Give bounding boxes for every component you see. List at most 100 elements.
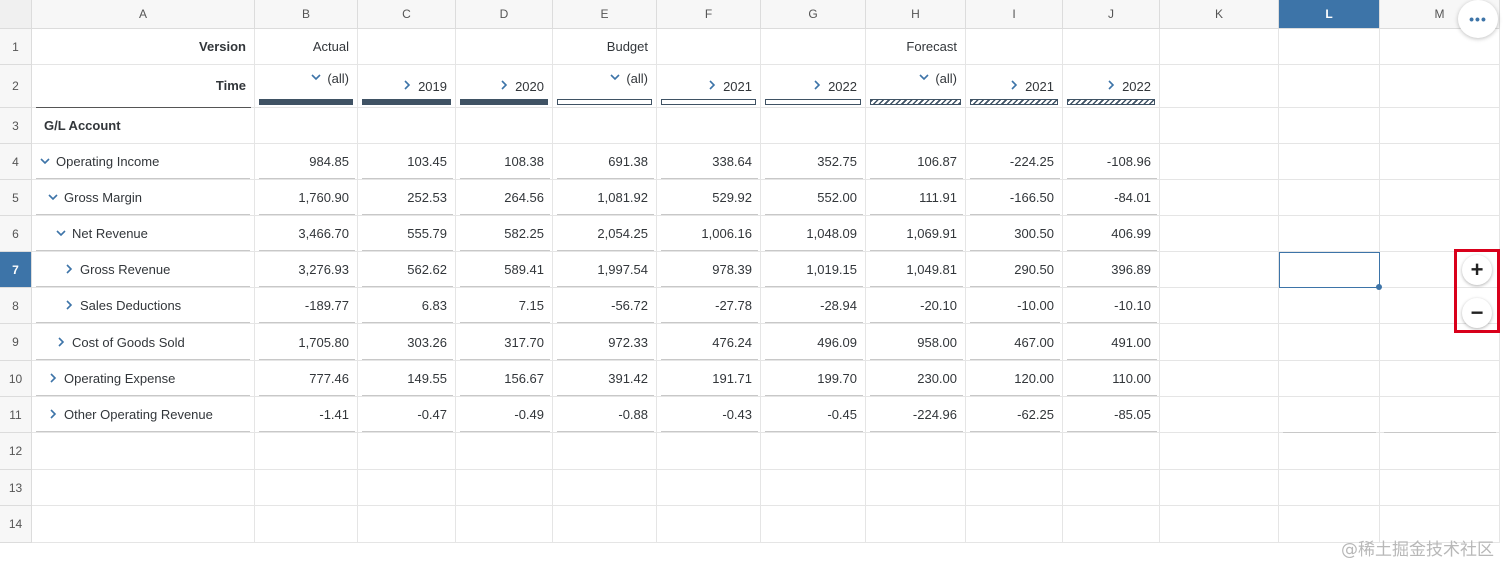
value-cell[interactable]: 103.45 [358, 144, 456, 180]
grid-cell[interactable] [1160, 361, 1279, 397]
value-cell[interactable]: 1,019.15 [761, 252, 866, 288]
value-cell[interactable]: 111.91 [866, 180, 966, 216]
value-cell[interactable]: -28.94 [761, 288, 866, 324]
row-header-13[interactable]: 13 [0, 470, 32, 506]
grid-cell[interactable] [761, 29, 866, 65]
column-header-a[interactable]: A [32, 0, 255, 29]
grid-cell[interactable] [866, 108, 966, 144]
grid-cell[interactable] [553, 506, 657, 543]
row-header-4[interactable]: 4 [0, 144, 32, 180]
value-cell[interactable]: 110.00 [1063, 361, 1160, 397]
value-cell[interactable]: 529.92 [657, 180, 761, 216]
grid-cell[interactable] [32, 433, 255, 470]
row-header-10[interactable]: 10 [0, 361, 32, 397]
value-cell[interactable]: 6.83 [358, 288, 456, 324]
grid-cell[interactable] [966, 108, 1063, 144]
grid-cell[interactable] [1279, 288, 1380, 324]
value-cell[interactable]: 300.50 [966, 216, 1063, 252]
chevron-down-icon[interactable] [40, 144, 50, 165]
grid-cell[interactable] [1160, 433, 1279, 470]
value-cell[interactable]: 562.62 [358, 252, 456, 288]
more-options-button[interactable]: ••• [1458, 0, 1498, 38]
grid-cell[interactable] [1063, 433, 1160, 470]
grid-cell[interactable] [657, 29, 761, 65]
value-cell[interactable]: 108.38 [456, 144, 553, 180]
value-cell[interactable]: 7.15 [456, 288, 553, 324]
value-cell[interactable]: -0.43 [657, 397, 761, 433]
value-cell[interactable]: -10.00 [966, 288, 1063, 324]
value-cell[interactable]: 252.53 [358, 180, 456, 216]
grid-cell[interactable] [1279, 65, 1380, 108]
chevron-right-icon[interactable] [1106, 78, 1116, 90]
grid-cell[interactable] [866, 433, 966, 470]
column-header-j[interactable]: J [1063, 0, 1160, 29]
grid-cell[interactable] [1160, 216, 1279, 252]
value-cell[interactable]: 396.89 [1063, 252, 1160, 288]
grid-cell[interactable] [1380, 65, 1500, 108]
time-member-b[interactable]: (all) [255, 65, 358, 108]
grid-cell[interactable] [1160, 397, 1279, 433]
column-header-g[interactable]: G [761, 0, 866, 29]
value-cell[interactable]: -224.96 [866, 397, 966, 433]
value-cell[interactable]: -85.05 [1063, 397, 1160, 433]
row-header-7[interactable]: 7 [0, 252, 32, 288]
grid-cell[interactable] [1380, 361, 1500, 397]
grid-cell[interactable] [1380, 108, 1500, 144]
grid-cell[interactable] [456, 433, 553, 470]
value-cell[interactable]: 317.70 [456, 324, 553, 361]
account-row-label[interactable]: Operating Expense [32, 361, 255, 397]
chevron-down-icon[interactable] [56, 216, 66, 237]
value-cell[interactable]: 230.00 [866, 361, 966, 397]
value-cell[interactable]: 467.00 [966, 324, 1063, 361]
value-cell[interactable]: -56.72 [553, 288, 657, 324]
value-cell[interactable]: 1,705.80 [255, 324, 358, 361]
account-row-label[interactable]: Net Revenue [32, 216, 255, 252]
account-row-label[interactable]: Operating Income [32, 144, 255, 180]
chevron-right-icon[interactable] [48, 397, 58, 419]
account-row-label[interactable]: Sales Deductions [32, 288, 255, 324]
grid-cell[interactable] [1160, 144, 1279, 180]
grid-cell[interactable] [1063, 506, 1160, 543]
grid-cell[interactable] [657, 506, 761, 543]
chevron-down-icon[interactable] [919, 70, 929, 81]
grid-cell[interactable] [761, 506, 866, 543]
value-cell[interactable]: -27.78 [657, 288, 761, 324]
grid-cell[interactable] [1279, 144, 1380, 180]
grid-cell[interactable] [1279, 29, 1380, 65]
grid-cell[interactable] [761, 108, 866, 144]
value-cell[interactable]: -62.25 [966, 397, 1063, 433]
value-cell[interactable]: -0.45 [761, 397, 866, 433]
grid-cell[interactable] [1380, 433, 1500, 470]
time-member-c[interactable]: 2019 [358, 65, 456, 108]
row-header-14[interactable]: 14 [0, 506, 32, 543]
time-member-e[interactable]: (all) [553, 65, 657, 108]
zoom-out-button[interactable]: − [1462, 298, 1492, 328]
grid-cell[interactable] [456, 470, 553, 506]
row-header-6[interactable]: 6 [0, 216, 32, 252]
value-cell[interactable]: -10.10 [1063, 288, 1160, 324]
value-cell[interactable]: 391.42 [553, 361, 657, 397]
time-member-g[interactable]: 2022 [761, 65, 866, 108]
row-header-12[interactable]: 12 [0, 433, 32, 470]
column-header-i[interactable]: I [966, 0, 1063, 29]
column-header-l[interactable]: L [1279, 0, 1380, 29]
value-cell[interactable]: 1,760.90 [255, 180, 358, 216]
grid-cell[interactable] [866, 506, 966, 543]
grid-corner[interactable] [0, 0, 32, 29]
value-cell[interactable]: 1,048.09 [761, 216, 866, 252]
value-cell[interactable]: -224.25 [966, 144, 1063, 180]
value-cell[interactable]: 1,006.16 [657, 216, 761, 252]
grid-cell[interactable] [1063, 29, 1160, 65]
row-header-11[interactable]: 11 [0, 397, 32, 433]
grid-cell[interactable] [1279, 180, 1380, 216]
grid-cell[interactable] [1160, 506, 1279, 543]
value-cell[interactable]: 984.85 [255, 144, 358, 180]
grid-cell[interactable] [1160, 470, 1279, 506]
account-row-label[interactable]: Cost of Goods Sold [32, 324, 255, 361]
column-header-f[interactable]: F [657, 0, 761, 29]
value-cell[interactable]: 1,997.54 [553, 252, 657, 288]
value-cell[interactable]: -0.88 [553, 397, 657, 433]
grid-cell[interactable] [32, 470, 255, 506]
grid-cell[interactable] [358, 108, 456, 144]
grid-cell[interactable] [657, 433, 761, 470]
